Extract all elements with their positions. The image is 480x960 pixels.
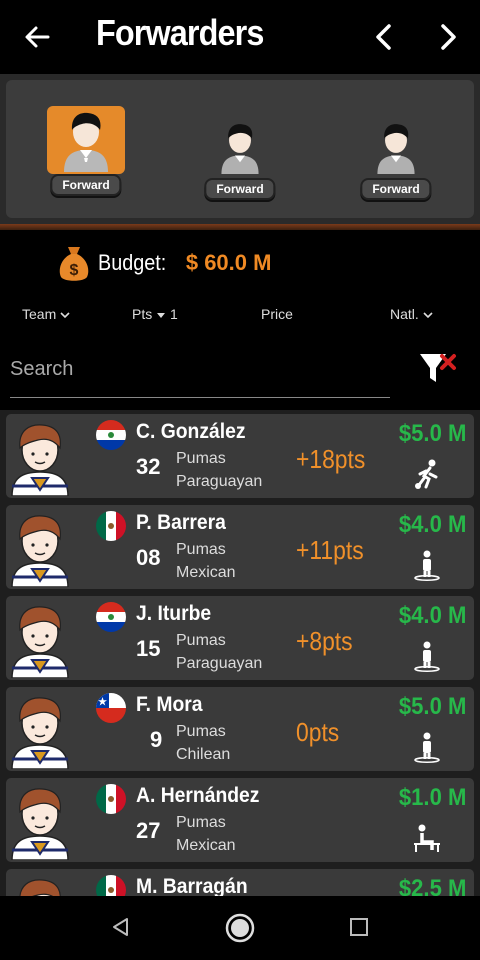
paraguay-flag-icon [96,420,126,450]
budget-display: $ Budget: $ 60.0 M [56,242,271,284]
sort-pts-order: 1 [170,306,178,322]
page-title: Forwarders [96,12,264,53]
app-header: Forwarders [0,0,480,74]
player-nationality: Chilean [176,746,231,763]
player-silhouette-icon [64,112,108,172]
player-name: A. Hernández [136,784,260,807]
player-price: $4.0 M [398,511,466,538]
player-number: 08 [136,545,161,570]
player-name: J. Iturbe [136,602,212,625]
sort-team[interactable]: Team [22,306,70,322]
player-card[interactable]: M. Barragán $2.5 M [6,869,474,896]
caret-down-icon [157,313,166,319]
player-avatar [8,511,72,588]
player-card[interactable]: J. Iturbe 15 Pumas Paraguayan +8pts $4.0 M [6,596,474,680]
home-circle-icon[interactable] [224,912,256,944]
player-card[interactable]: A. Hernández 27 Pumas Mexican $1.0 M [6,778,474,862]
player-name: M. Barragán [136,875,248,896]
player-nationality: Paraguayan [176,473,263,490]
player-team: Pumas [176,541,226,558]
slot-forward-2[interactable]: Forward [197,116,283,206]
player-points: +18pts [296,444,366,474]
player-team: Pumas [176,632,226,649]
player-list: C. González 32 Pumas Paraguayan +18pts $5.0 M… [0,410,480,896]
budget-label: Budget: [98,250,167,275]
player-avatar [8,784,72,861]
recents-square-icon[interactable] [349,917,369,937]
slot-label: Forward [204,178,276,200]
player-points: +8pts [296,626,353,656]
player-card[interactable]: F. Mora 9 Pumas Chilean 0pts $5.0 M [6,687,474,771]
svg-text:$: $ [70,262,79,279]
player-points: +11pts [296,535,364,565]
money-bag-icon: $ [59,247,89,281]
player-name: F. Mora [136,693,203,716]
player-number: 15 [136,636,161,661]
chevron-right-icon[interactable] [434,22,462,52]
player-price: $5.0 M [398,420,466,447]
player-nationality: Mexican [176,837,236,854]
player-avatar [8,693,72,770]
chevron-down-icon [60,312,70,319]
slot-label: Forward [50,174,122,196]
player-silhouette-icon [377,124,415,174]
sort-team-label: Team [22,306,57,322]
running-icon [412,458,442,490]
player-price: $1.0 M [398,784,466,811]
player-avatar [8,875,72,896]
player-card[interactable]: C. González 32 Pumas Paraguayan +18pts $5.0 M [6,414,474,498]
mexico-flag-icon [96,875,126,896]
standing-icon [412,640,442,672]
player-card[interactable]: P. Barrera 08 Pumas Mexican +11pts $4.0 M [6,505,474,589]
sort-pts-label: Pts [132,306,153,322]
sort-natl-label: Natl. [390,306,419,322]
clear-filter-icon[interactable] [418,350,460,388]
search-input[interactable] [10,352,390,386]
divider-stripe [0,224,480,230]
standing-icon [412,731,442,763]
sort-price[interactable]: Price [261,306,293,322]
chevron-left-icon[interactable] [370,22,398,52]
player-silhouette-icon [221,124,259,174]
search-box [10,352,390,398]
slot-label: Forward [360,178,432,200]
system-nav-bar [0,896,480,960]
paraguay-flag-icon [96,602,126,632]
player-nationality: Paraguayan [176,655,263,672]
player-avatar [8,420,72,497]
standing-icon [412,549,442,581]
back-triangle-icon[interactable] [110,916,132,938]
player-price: $2.5 M [398,875,466,896]
arrow-left-icon[interactable] [22,22,52,52]
player-price: $5.0 M [398,693,466,720]
slot-forward-1[interactable]: Forward [43,106,129,196]
sort-pts[interactable]: Pts 1 [132,306,178,322]
slot-forward-3[interactable]: Forward [353,116,439,206]
player-nationality: Mexican [176,564,236,581]
player-name: C. González [136,420,246,443]
player-team: Pumas [176,450,226,467]
bench-icon [412,822,442,854]
lineup-slots-panel: Forward Forward Forward [0,74,480,224]
sort-bar: Team Pts 1 Price Natl. [0,304,480,326]
player-number: 27 [136,818,161,843]
sort-natl[interactable]: Natl. [390,306,433,322]
player-price: $4.0 M [398,602,466,629]
mexico-flag-icon [96,784,126,814]
player-team: Pumas [176,814,226,831]
player-avatar [8,602,72,679]
player-points: 0pts [296,717,340,747]
player-number: 9 [150,727,163,752]
lineup-slots: Forward Forward Forward [6,80,474,218]
chile-flag-icon [96,693,126,723]
player-number: 32 [136,454,161,479]
player-name: P. Barrera [136,511,226,534]
budget-value: $ 60.0 M [185,250,272,275]
chevron-down-icon [423,312,433,319]
player-team: Pumas [176,723,226,740]
mexico-flag-icon [96,511,126,541]
